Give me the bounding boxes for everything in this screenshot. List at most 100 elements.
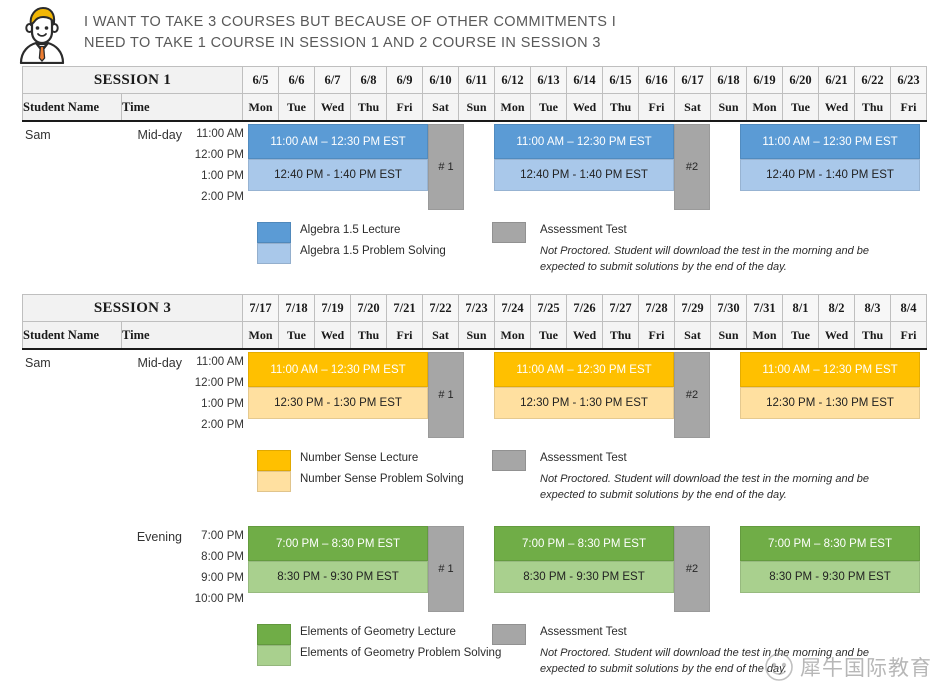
legend-swatch-problem xyxy=(257,645,291,666)
day-cell: Thu xyxy=(350,93,387,121)
session-1-title: SESSION 1 xyxy=(22,66,243,94)
date-cell: 7/19 xyxy=(314,294,351,322)
lecture-block[interactable]: 7:00 PM – 8:30 PM EST xyxy=(248,526,428,561)
lecture-block[interactable]: 11:00 AM – 12:30 PM EST xyxy=(494,124,674,159)
date-cell: 6/5 xyxy=(242,66,279,94)
hour-label: 12:00 PM xyxy=(194,377,244,389)
lecture-block[interactable]: 11:00 AM – 12:30 PM EST xyxy=(248,124,428,159)
day-cell: Thu xyxy=(602,93,639,121)
assessment-test-block[interactable]: #2 xyxy=(674,352,710,438)
day-cell: Sun xyxy=(458,93,495,121)
day-cell: Mon xyxy=(746,321,783,349)
day-cell: Sat xyxy=(674,321,711,349)
date-cell: 7/26 xyxy=(566,294,603,322)
day-cell: Fri xyxy=(638,321,675,349)
lecture-block[interactable]: 11:00 AM – 12:30 PM EST xyxy=(248,352,428,387)
headline-line-2: need to take 1 course in session 1 and 2… xyxy=(84,35,601,51)
day-cell: Fri xyxy=(890,93,927,121)
problem-solving-block[interactable]: 8:30 PM - 9:30 PM EST xyxy=(740,561,920,593)
watermark: 犀牛国际教育 xyxy=(764,652,932,682)
day-cell: Thu xyxy=(350,321,387,349)
col-header-time: Time xyxy=(121,321,243,349)
legend-label-lecture: Number Sense Lecture xyxy=(300,452,419,464)
problem-solving-block[interactable]: 8:30 PM - 9:30 PM EST xyxy=(494,561,674,593)
day-cell: Wed xyxy=(314,321,351,349)
date-cell: 6/10 xyxy=(422,66,459,94)
problem-solving-block[interactable]: 12:40 PM - 1:40 PM EST xyxy=(494,159,674,191)
session-1-header-table: SESSION 1 6/5 6/6 6/7 6/8 6/9 6/10 6/11 … xyxy=(22,66,927,121)
problem-solving-block[interactable]: 8:30 PM - 9:30 PM EST xyxy=(248,561,428,593)
session-3-day-row: Student Name Time Mon Tue Wed Thu Fri Sa… xyxy=(22,321,927,349)
hour-label: 7:00 PM xyxy=(201,530,244,542)
day-cell: Wed xyxy=(566,93,603,121)
day-cell: Tue xyxy=(782,93,819,121)
daypart-label: Mid-day xyxy=(137,128,182,142)
legend-swatch-test xyxy=(492,222,526,243)
day-cell: Wed xyxy=(566,321,603,349)
session-3-block: SESSION 3 7/17 7/18 7/19 7/20 7/21 7/22 … xyxy=(22,294,927,675)
legend-note-test: Not Proctored. Student will download the… xyxy=(540,473,869,501)
assessment-test-block[interactable]: #2 xyxy=(674,526,710,612)
hour-label: 2:00 PM xyxy=(201,419,244,431)
legend-swatch-problem xyxy=(257,471,291,492)
date-cell: 7/18 xyxy=(278,294,315,322)
problem-solving-block[interactable]: 12:40 PM - 1:40 PM EST xyxy=(248,159,428,191)
legend-note-test: Not Proctored. Student will download the… xyxy=(540,245,869,273)
hour-label: 9:00 PM xyxy=(201,572,244,584)
legend-swatch-lecture xyxy=(257,450,291,471)
legend-label-problem: Elements of Geometry Problem Solving xyxy=(300,647,502,659)
hour-label: 10:00 PM xyxy=(194,593,244,605)
legend-label-test: Assessment Test xyxy=(540,452,627,464)
daypart-label: Evening xyxy=(136,530,182,544)
date-cell: 7/27 xyxy=(602,294,639,322)
col-header-student-name: Student Name xyxy=(22,321,122,349)
student-name-value: Sam xyxy=(25,356,51,370)
day-cell: Tue xyxy=(530,93,567,121)
problem-solving-block[interactable]: 12:40 PM - 1:40 PM EST xyxy=(740,159,920,191)
day-cell: Wed xyxy=(818,321,855,349)
student-name-value: Sam xyxy=(25,128,51,142)
problem-solving-block[interactable]: 12:30 PM - 1:30 PM EST xyxy=(248,387,428,419)
day-cell: Fri xyxy=(890,321,927,349)
legend-label-test: Assessment Test xyxy=(540,224,627,236)
session-1-day-row: Student Name Time Mon Tue Wed Thu Fri Sa… xyxy=(22,93,927,121)
date-cell: 6/12 xyxy=(494,66,531,94)
assessment-test-block[interactable]: # 1 xyxy=(428,352,464,438)
day-cell: Sun xyxy=(458,321,495,349)
lecture-block[interactable]: 7:00 PM – 8:30 PM EST xyxy=(494,526,674,561)
assessment-test-block[interactable]: #2 xyxy=(674,124,710,210)
assessment-test-block[interactable]: # 1 xyxy=(428,124,464,210)
hour-label: 2:00 PM xyxy=(201,191,244,203)
session-1-block: SESSION 1 6/5 6/6 6/7 6/8 6/9 6/10 6/11 … xyxy=(22,66,927,273)
date-cell: 6/6 xyxy=(278,66,315,94)
session-1-legend: Algebra 1.5 Lecture Algebra 1.5 Problem … xyxy=(22,222,927,282)
day-cell: Sun xyxy=(710,321,747,349)
date-cell: 8/3 xyxy=(854,294,891,322)
lecture-block[interactable]: 11:00 AM – 12:30 PM EST xyxy=(740,124,920,159)
problem-solving-block[interactable]: 12:30 PM - 1:30 PM EST xyxy=(740,387,920,419)
date-cell: 6/14 xyxy=(566,66,603,94)
problem-solving-block[interactable]: 12:30 PM - 1:30 PM EST xyxy=(494,387,674,419)
day-cell: Fri xyxy=(638,93,675,121)
legend-swatch-test xyxy=(492,624,526,645)
assessment-test-block[interactable]: # 1 xyxy=(428,526,464,612)
schedule-page: I want to take 3 courses but because of … xyxy=(0,0,940,700)
session-1-title-row: SESSION 1 6/5 6/6 6/7 6/8 6/9 6/10 6/11 … xyxy=(22,66,927,94)
legend-label-test: Assessment Test xyxy=(540,626,627,638)
lecture-block[interactable]: 11:00 AM – 12:30 PM EST xyxy=(494,352,674,387)
session-3-title-row: SESSION 3 7/17 7/18 7/19 7/20 7/21 7/22 … xyxy=(22,294,927,322)
day-cell: Sat xyxy=(422,321,459,349)
date-cell: 7/20 xyxy=(350,294,387,322)
legend-swatch-lecture xyxy=(257,222,291,243)
lecture-block[interactable]: 7:00 PM – 8:30 PM EST xyxy=(740,526,920,561)
date-cell: 6/19 xyxy=(746,66,783,94)
day-cell: Tue xyxy=(278,321,315,349)
date-cell: 7/24 xyxy=(494,294,531,322)
day-cell: Tue xyxy=(782,321,819,349)
lecture-block[interactable]: 11:00 AM – 12:30 PM EST xyxy=(740,352,920,387)
day-cell: Sun xyxy=(710,93,747,121)
day-cell: Thu xyxy=(602,321,639,349)
date-cell: 7/17 xyxy=(242,294,279,322)
date-cell: 6/17 xyxy=(674,66,711,94)
legend-label-problem: Number Sense Problem Solving xyxy=(300,473,464,485)
